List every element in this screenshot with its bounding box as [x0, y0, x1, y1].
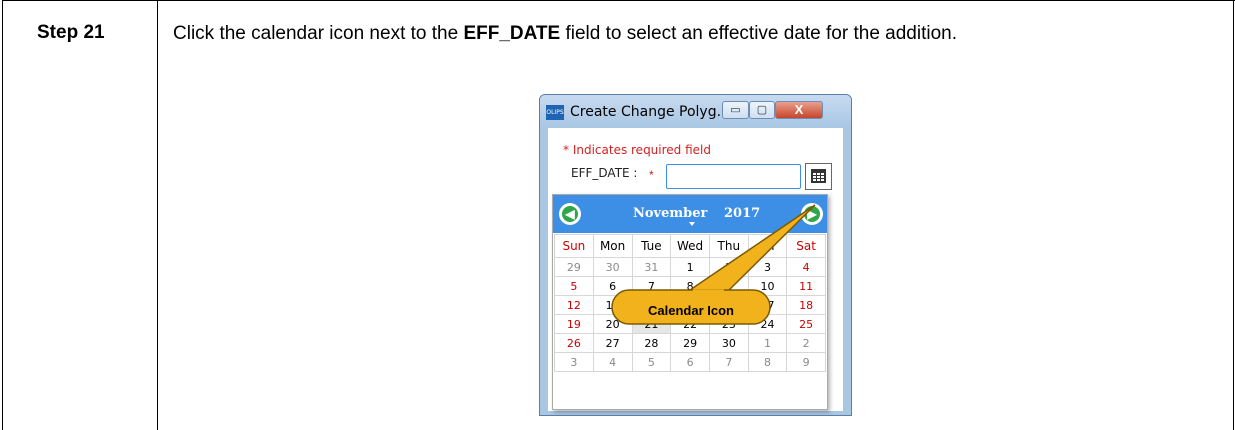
calendar-popup: ◀ November 2017 ▶ Sun Mon Tue Wed Thu Fr… — [552, 194, 828, 410]
day-cell[interactable]: 31 — [631, 257, 672, 277]
day-cell[interactable]: 8 — [670, 276, 710, 296]
weekday-thu: Thu — [708, 234, 749, 258]
eff-date-input[interactable] — [666, 164, 801, 189]
instruction-after: field to select an effective date for th… — [560, 23, 957, 44]
eff-date-label: EFF_DATE : — [571, 166, 638, 180]
dialog-content: * Indicates required field EFF_DATE : * … — [548, 128, 843, 411]
instruction-before: Click the calendar icon next to the — [173, 23, 464, 44]
day-cell[interactable]: 2 — [708, 257, 749, 277]
calendar-header: ◀ November 2017 ▶ — [553, 195, 827, 233]
maximize-button[interactable]: ▢ — [749, 101, 775, 119]
day-cell[interactable]: 18 — [786, 295, 826, 315]
weekday-tue: Tue — [631, 234, 672, 258]
weekday-mon: Mon — [592, 234, 633, 258]
prev-month-button[interactable]: ◀ — [559, 203, 581, 225]
day-cell[interactable]: 5 — [554, 276, 594, 296]
day-cell[interactable]: 30 — [592, 257, 633, 277]
day-cell[interactable]: 4 — [592, 352, 633, 372]
weekday-sat: Sat — [786, 234, 826, 258]
year-selector[interactable]: 2017 — [724, 206, 760, 221]
day-cell[interactable]: 11 — [786, 276, 826, 296]
day-cell[interactable]: 6 — [670, 352, 710, 372]
day-cell[interactable]: 10 — [747, 276, 788, 296]
day-cell[interactable]: 27 — [592, 333, 633, 353]
close-button[interactable]: X — [775, 101, 823, 119]
day-cell[interactable]: 29 — [670, 333, 710, 353]
weekday-wed: Wed — [670, 234, 710, 258]
day-cell[interactable]: 1 — [747, 333, 788, 353]
next-month-button[interactable]: ▶ — [801, 203, 823, 225]
day-cell[interactable]: 28 — [631, 333, 672, 353]
minimize-button[interactable]: ▭ — [722, 101, 749, 119]
week-row: 5 6 7 8 9 10 11 — [554, 276, 826, 296]
week-row: 26 27 28 29 30 1 2 — [554, 333, 826, 353]
calendar-icon — [811, 169, 826, 183]
step-instruction: Click the calendar icon next to the EFF_… — [173, 22, 1183, 46]
day-cell[interactable]: 7 — [708, 352, 749, 372]
weekday-row: Sun Mon Tue Wed Thu Fri Sat — [554, 234, 826, 258]
day-cell[interactable]: 29 — [554, 257, 594, 277]
instruction-field-name: EFF_DATE — [463, 23, 561, 44]
day-cell[interactable]: 6 — [592, 276, 633, 296]
month-selector[interactable]: November — [633, 206, 707, 221]
day-cell[interactable]: 3 — [747, 257, 788, 277]
day-cell[interactable]: 7 — [631, 276, 672, 296]
day-cell[interactable]: 5 — [631, 352, 672, 372]
day-cell[interactable]: 26 — [554, 333, 594, 353]
arrow-right-icon: ▶ — [804, 206, 820, 222]
app-icon: OLIPS — [546, 105, 564, 120]
table-border-top — [2, 0, 1235, 1]
table-border-left — [2, 0, 3, 430]
title-bar[interactable]: OLIPS Create Change Polyg... ▭ ▢ X — [540, 95, 851, 127]
day-cell[interactable]: 2 — [786, 333, 826, 353]
day-cell[interactable]: 25 — [786, 314, 826, 334]
chevron-down-icon — [689, 222, 695, 226]
arrow-left-icon: ◀ — [562, 206, 578, 222]
day-cell[interactable]: 3 — [554, 352, 594, 372]
callout-label: Calendar Icon — [648, 303, 734, 318]
week-row: 3 4 5 6 7 8 9 — [554, 352, 826, 372]
day-cell[interactable]: 12 — [554, 295, 594, 315]
step-label: Step 21 — [37, 22, 105, 43]
table-border-middle — [157, 0, 158, 430]
day-cell[interactable]: 4 — [786, 257, 826, 277]
week-row: 29 30 31 1 2 3 4 — [554, 257, 826, 277]
day-cell[interactable]: 9 — [708, 276, 749, 296]
day-cell[interactable]: 9 — [786, 352, 826, 372]
window-title: Create Change Polyg... — [570, 104, 730, 120]
day-cell[interactable]: 19 — [554, 314, 594, 334]
dialog-window: OLIPS Create Change Polyg... ▭ ▢ X * Ind… — [539, 94, 852, 416]
table-border-right — [1233, 0, 1234, 430]
day-cell[interactable]: 30 — [708, 333, 749, 353]
required-star: * — [649, 168, 654, 182]
weekday-sun: Sun — [554, 234, 594, 258]
day-cell[interactable]: 8 — [747, 352, 788, 372]
weekday-fri: Fri — [747, 234, 788, 258]
required-field-note: * Indicates required field — [563, 143, 712, 157]
calendar-button[interactable] — [805, 163, 832, 190]
day-cell[interactable]: 1 — [670, 257, 710, 277]
